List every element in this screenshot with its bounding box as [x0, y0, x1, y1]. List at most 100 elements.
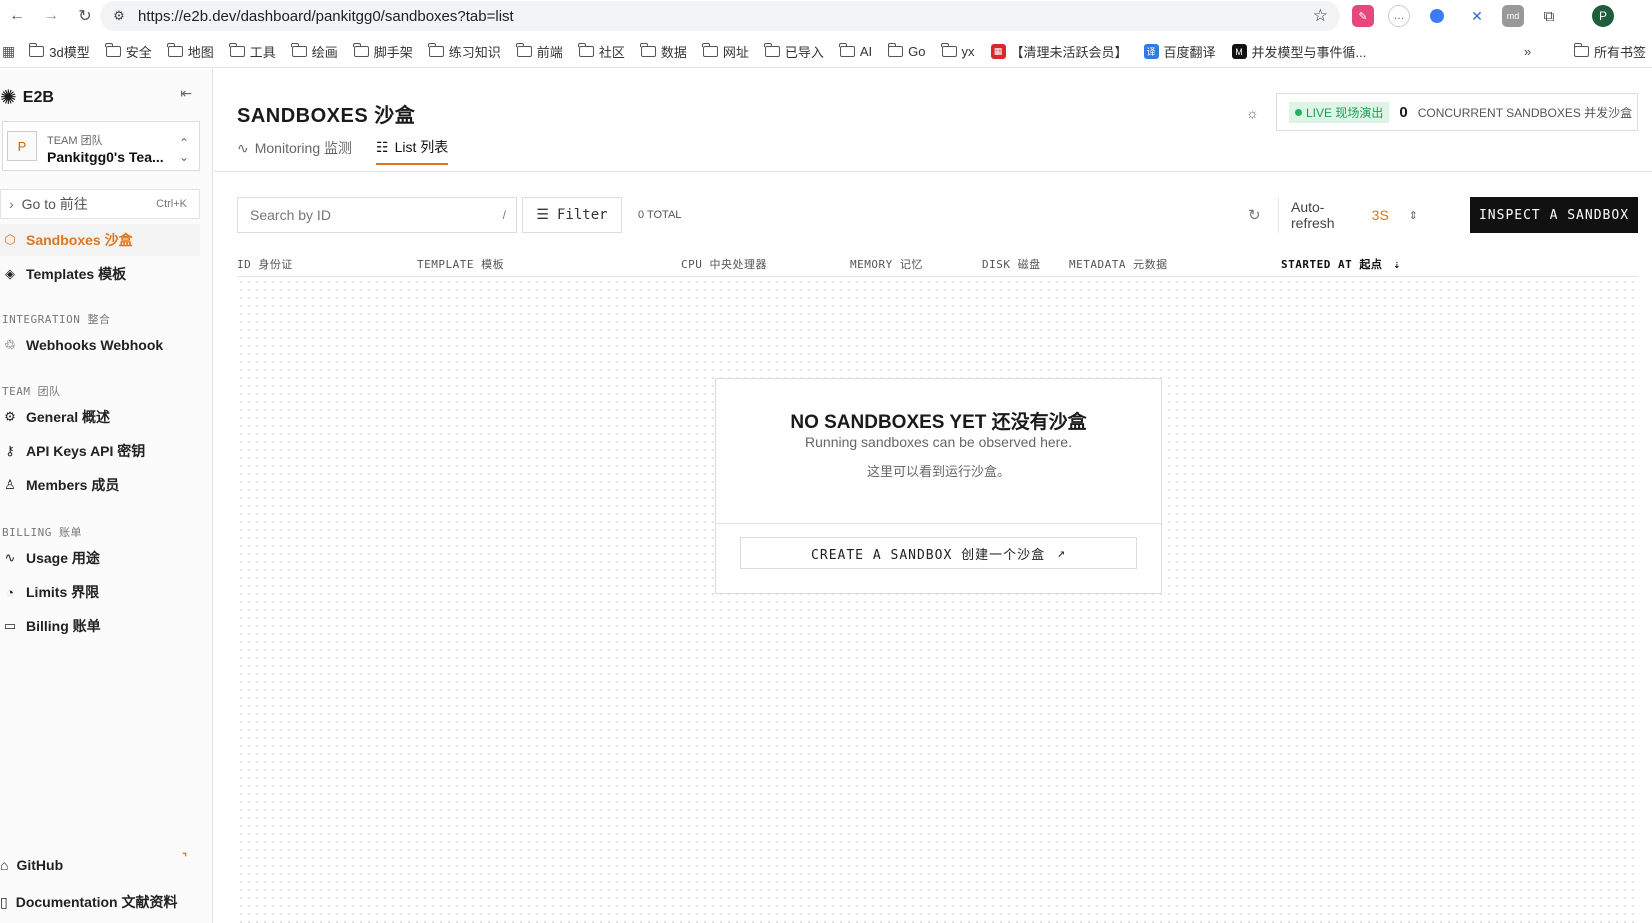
card-divider	[716, 523, 1161, 524]
bookmark-folder[interactable]: 绘画	[291, 42, 338, 61]
github-icon: ⌂	[0, 857, 9, 873]
column-started-at[interactable]: STARTED AT 起点 ⇣	[1281, 256, 1401, 272]
translate-extension-icon[interactable]: ✕	[1466, 5, 1488, 27]
sidebar-item-webhooks[interactable]: ♲ Webhooks Webhook	[0, 329, 200, 361]
sidebar-item-usage[interactable]: ∿ Usage 用途	[0, 542, 200, 574]
bookmark-folder[interactable]: 已导入	[764, 42, 824, 61]
sidebar-item-limits[interactable]: ◔ Limits 界限	[0, 576, 200, 608]
goto-command-button[interactable]: › Go to 前往 Ctrl+K	[0, 189, 200, 219]
bookmark-folder[interactable]: AI	[839, 43, 872, 59]
bookmark-folder[interactable]: 脚手架	[353, 42, 413, 61]
column-id[interactable]: ID 身份证	[237, 256, 293, 272]
live-dot-icon	[1295, 108, 1302, 116]
bookmark-star-icon[interactable]: ☆	[1313, 6, 1328, 26]
sidebar-item-members[interactable]: ♙ Members 成员	[0, 469, 200, 501]
concurrent-count: 0	[1399, 103, 1408, 121]
filter-label: Filter	[556, 207, 608, 223]
filter-button[interactable]: ☰ Filter	[522, 197, 622, 233]
bookmark-folder[interactable]: 社区	[578, 42, 625, 61]
browser-toolbar: ← → ↻ ⚙ https://e2b.dev/dashboard/pankit…	[0, 0, 1652, 32]
view-tabs: ∿ Monitoring 监测 ☷ List 列表	[237, 131, 449, 165]
create-sandbox-button[interactable]: CREATE A SANDBOX 创建一个沙盒 ↗	[740, 537, 1137, 569]
folder-icon	[1573, 43, 1589, 57]
forward-icon[interactable]: →	[34, 0, 68, 32]
autorefresh-select[interactable]: Auto-refresh 3S ⇕	[1278, 197, 1418, 233]
column-template[interactable]: TEMPLATE 模板	[417, 256, 504, 272]
external-link-icon: ⌝	[182, 852, 188, 864]
gear-icon: ⚙	[4, 409, 16, 424]
sidebar-item-sandboxes[interactable]: ⬡ Sandboxes 沙盒	[0, 224, 200, 256]
brand-name: E2B	[22, 88, 54, 106]
tab-monitoring[interactable]: ∿ Monitoring 监测	[237, 131, 352, 165]
markdown-extension-icon[interactable]: md	[1502, 5, 1524, 27]
bookmark-folder[interactable]: 前端	[516, 42, 563, 61]
team-name: Pankitgg0's Tea...	[47, 149, 164, 165]
bookmark-link[interactable]: ▦ 【清理未活跃会员】	[990, 42, 1128, 61]
goto-label: Go to 前往	[21, 196, 88, 212]
section-label-integration: INTEGRATION 整合	[2, 313, 111, 326]
extensions-puzzle-icon[interactable]: ⧉	[1538, 5, 1560, 27]
sidebar-item-api-keys[interactable]: ⚷ API Keys API 密钥	[0, 435, 200, 467]
inspect-sandbox-button[interactable]: INSPECT A SANDBOX	[1470, 197, 1638, 233]
sidebar-item-billing[interactable]: ▭ Billing 账单	[0, 610, 200, 642]
section-label-billing: BILLING 账单	[2, 526, 82, 539]
list-icon: ☷	[376, 138, 389, 155]
bookmark-folder[interactable]: 3d模型	[28, 42, 90, 61]
all-bookmarks[interactable]: 所有书签	[1573, 42, 1646, 61]
refresh-icon[interactable]: ↻	[1248, 206, 1261, 224]
bookmark-link[interactable]: M 并发模型与事件循...	[1231, 42, 1366, 61]
folder-icon	[291, 43, 307, 57]
live-label: LIVE 现场演出	[1306, 105, 1384, 120]
sidebar-item-label: Webhooks Webhook	[26, 337, 164, 353]
column-metadata[interactable]: METADATA 元数据	[1069, 256, 1168, 272]
activity-icon: ∿	[237, 139, 249, 156]
tab-list[interactable]: ☷ List 列表	[376, 131, 449, 165]
bookmark-folder[interactable]: Go	[887, 43, 926, 59]
address-bar[interactable]: ⚙ https://e2b.dev/dashboard/pankitgg0/sa…	[100, 1, 1340, 31]
site-settings-icon[interactable]: ⚙	[110, 7, 128, 25]
folder-icon	[428, 43, 444, 57]
folder-icon	[764, 43, 780, 57]
bookmarks-bar: ▦ 3d模型 安全 地图 工具 绘画 脚手架 练习知识 前端 社区 数据 网址 …	[0, 36, 1652, 68]
key-icon: ⚷	[5, 443, 15, 458]
search-input[interactable]: Search by ID /	[237, 197, 517, 233]
bookmark-folder[interactable]: yx	[941, 43, 975, 59]
bookmark-folder[interactable]: 安全	[105, 42, 152, 61]
bookmark-folder[interactable]: 地图	[167, 42, 214, 61]
folder-icon	[167, 43, 183, 57]
theme-toggle-icon[interactable]: ☼	[1246, 105, 1259, 121]
apps-grid-icon[interactable]: ▦	[2, 43, 15, 60]
collapse-sidebar-icon[interactable]: ⇤	[180, 85, 192, 102]
m-favicon-icon: M	[1231, 44, 1247, 59]
blue-extension-icon[interactable]	[1430, 9, 1444, 23]
brand-logo[interactable]: ✺ E2B	[0, 85, 54, 110]
chat-extension-icon[interactable]: …	[1388, 5, 1410, 27]
column-cpu[interactable]: CPU 中央处理器	[681, 256, 767, 272]
bookmark-folder[interactable]: 工具	[229, 42, 276, 61]
sidebar-item-general[interactable]: ⚙ General 概述	[0, 401, 200, 433]
sidebar-item-label: General 概述	[26, 409, 111, 425]
folder-icon	[229, 43, 245, 57]
bookmark-folder[interactable]: 数据	[640, 42, 687, 61]
sidebar-item-label: Templates 模板	[26, 266, 127, 282]
column-disk[interactable]: DISK 磁盘	[982, 256, 1041, 272]
bookmark-link[interactable]: 译百度翻译	[1143, 42, 1216, 61]
back-icon[interactable]: ←	[0, 0, 34, 32]
total-count: 0 TOTAL	[638, 209, 682, 221]
github-link[interactable]: ⌂ GitHub ⌝	[0, 852, 187, 873]
column-memory[interactable]: MEMORY 记忆	[850, 256, 923, 272]
bookmark-folder[interactable]: 网址	[702, 42, 749, 61]
extension-icon[interactable]: ✎	[1352, 5, 1374, 27]
sidebar-item-label: Members 成员	[26, 477, 120, 493]
reload-icon[interactable]: ↻	[68, 0, 102, 32]
more-bookmarks-icon[interactable]: »	[1524, 44, 1531, 59]
bookmark-folder[interactable]: 练习知识	[428, 42, 501, 61]
documentation-link[interactable]: ▯ Documentation 文献资料	[0, 892, 178, 912]
sidebar-item-templates[interactable]: ◈ Templates 模板	[0, 258, 200, 290]
folder-icon	[702, 43, 718, 57]
profile-avatar[interactable]: P	[1592, 5, 1614, 27]
folder-icon	[516, 43, 532, 57]
team-selector[interactable]: P TEAM 团队 Pankitgg0's Tea... ⌃ ⌄	[2, 121, 200, 171]
activity-icon: ∿	[4, 550, 16, 565]
tabs-divider	[214, 171, 1652, 172]
